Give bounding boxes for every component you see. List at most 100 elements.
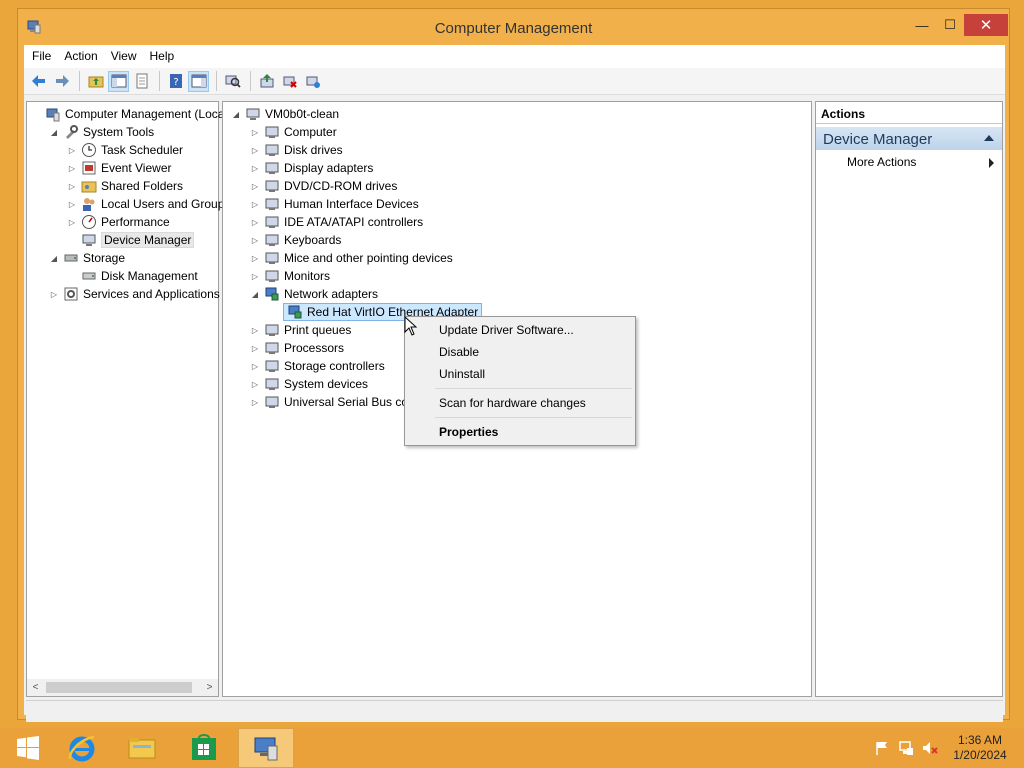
enable-device-button[interactable] bbox=[302, 71, 323, 92]
expand-arrow-icon[interactable]: ▷ bbox=[250, 271, 260, 281]
device-category-item[interactable]: ▷ Computer bbox=[250, 123, 337, 141]
device-category-item[interactable]: ▷ Disk drives bbox=[250, 141, 343, 159]
device-label-wrap[interactable]: DVD/CD-ROM drives bbox=[264, 178, 397, 194]
more-actions-item[interactable]: More Actions bbox=[847, 155, 916, 169]
minimize-button[interactable]: — bbox=[908, 14, 936, 36]
volume-muted-icon[interactable] bbox=[922, 740, 938, 756]
device-tree-root[interactable]: ◢ VM0b0t-clean bbox=[231, 105, 339, 123]
expand-arrow-icon[interactable]: ▷ bbox=[67, 217, 77, 227]
device-category-item[interactable]: ▷ Keyboards bbox=[250, 231, 341, 249]
start-button[interactable] bbox=[0, 728, 56, 768]
computer-management-taskbar-button[interactable] bbox=[238, 728, 294, 768]
expand-arrow-icon[interactable]: ▷ bbox=[250, 145, 260, 155]
expand-arrow-icon[interactable]: ▷ bbox=[250, 163, 260, 173]
device-label-wrap[interactable]: Print queues bbox=[264, 322, 351, 338]
expand-arrow-icon[interactable]: ▷ bbox=[250, 235, 260, 245]
expand-arrow-icon[interactable]: ▷ bbox=[250, 253, 260, 263]
device-category-item[interactable]: ▷ Human Interface Devices bbox=[250, 195, 419, 213]
expand-arrow-icon[interactable]: ▷ bbox=[250, 199, 260, 209]
back-button[interactable] bbox=[28, 71, 49, 92]
scroll-thumb[interactable] bbox=[46, 682, 192, 693]
menu-help[interactable]: Help bbox=[150, 49, 184, 63]
device-category-item[interactable]: ▷ Universal Serial Bus cor bbox=[250, 393, 412, 411]
console-tree-item[interactable]: ▷ Services and Applications bbox=[49, 285, 220, 303]
console-tree-item[interactable]: Device Manager bbox=[67, 231, 195, 249]
update-driver-menu-item[interactable]: Update Driver Software... bbox=[439, 323, 574, 337]
properties-toolbar-button[interactable] bbox=[131, 71, 152, 92]
help-button[interactable]: ? bbox=[165, 71, 186, 92]
expand-arrow-icon[interactable]: ▷ bbox=[250, 217, 260, 227]
device-category-item[interactable]: ◢ Network adapters bbox=[250, 285, 378, 303]
actions-section-device-manager[interactable]: Device Manager bbox=[816, 127, 1002, 150]
properties-menu-item[interactable]: Properties bbox=[439, 425, 498, 439]
menu-file[interactable]: File bbox=[32, 49, 60, 63]
menu-view[interactable]: View bbox=[111, 49, 146, 63]
collapse-arrow-icon[interactable]: ◢ bbox=[231, 109, 241, 119]
collapse-caret-icon[interactable] bbox=[984, 135, 994, 141]
expand-arrow-icon[interactable]: ▷ bbox=[250, 127, 260, 137]
disable-device-button[interactable] bbox=[279, 71, 300, 92]
device-category-item[interactable]: ▷ DVD/CD-ROM drives bbox=[250, 177, 397, 195]
device-label-wrap[interactable]: Keyboards bbox=[264, 232, 341, 248]
expand-arrow-icon[interactable]: ▷ bbox=[250, 325, 260, 335]
maximize-button[interactable]: ☐ bbox=[936, 14, 964, 36]
forward-button[interactable] bbox=[51, 71, 72, 92]
scroll-left-arrow-icon[interactable]: < bbox=[27, 682, 44, 693]
action-center-flag-icon[interactable] bbox=[874, 740, 890, 756]
up-one-level-button[interactable] bbox=[85, 71, 106, 92]
console-tree-item[interactable]: ◢ Storage bbox=[49, 249, 125, 267]
internet-explorer-taskbar-button[interactable] bbox=[54, 728, 110, 768]
menu-action[interactable]: Action bbox=[64, 49, 106, 63]
device-label-wrap[interactable]: Processors bbox=[264, 340, 344, 356]
device-label-wrap[interactable]: Human Interface Devices bbox=[264, 196, 419, 212]
device-label-wrap[interactable]: Disk drives bbox=[264, 142, 343, 158]
expand-arrow-icon[interactable]: ▷ bbox=[67, 181, 77, 191]
scan-hardware-button[interactable] bbox=[222, 71, 243, 92]
expand-arrow-icon[interactable]: ◢ bbox=[49, 127, 59, 137]
expand-arrow-icon[interactable]: ▷ bbox=[67, 145, 77, 155]
expand-arrow-icon[interactable]: ▷ bbox=[250, 397, 260, 407]
console-tree-item[interactable]: ▷ Shared Folders bbox=[67, 177, 183, 195]
console-tree-item[interactable]: ▷ Event Viewer bbox=[67, 159, 172, 177]
title-bar[interactable]: Computer Management — ☐ ✕ bbox=[18, 9, 1009, 45]
expand-arrow-icon[interactable]: ▷ bbox=[250, 181, 260, 191]
expand-arrow-icon[interactable]: ▷ bbox=[49, 289, 59, 299]
device-category-item[interactable]: ▷ Storage controllers bbox=[250, 357, 385, 375]
device-label-wrap[interactable]: Universal Serial Bus cor bbox=[264, 394, 412, 410]
device-label-wrap[interactable]: Network adapters bbox=[264, 286, 378, 302]
device-category-item[interactable]: ▷ IDE ATA/ATAPI controllers bbox=[250, 213, 423, 231]
network-icon[interactable] bbox=[898, 740, 914, 756]
show-hide-console-tree-button[interactable] bbox=[108, 70, 129, 92]
console-tree-item[interactable]: ◢ System Tools bbox=[49, 123, 154, 141]
expand-arrow-icon[interactable]: ▷ bbox=[250, 361, 260, 371]
disable-menu-item[interactable]: Disable bbox=[439, 345, 479, 359]
device-label-wrap[interactable]: System devices bbox=[264, 376, 368, 392]
device-category-item[interactable]: ▷ Monitors bbox=[250, 267, 330, 285]
console-tree-item[interactable]: Disk Management bbox=[67, 267, 198, 285]
store-taskbar-button[interactable] bbox=[176, 728, 232, 768]
device-category-item[interactable]: ▷ Display adapters bbox=[250, 159, 373, 177]
expand-arrow-icon[interactable]: ▷ bbox=[67, 163, 77, 173]
expand-arrow-icon[interactable]: ▷ bbox=[67, 199, 77, 209]
taskbar-clock[interactable]: 1:36 AM 1/20/2024 bbox=[950, 733, 1010, 763]
device-label-wrap[interactable]: Storage controllers bbox=[264, 358, 385, 374]
show-hide-action-pane-button[interactable] bbox=[188, 70, 209, 92]
submenu-arrow-icon[interactable] bbox=[989, 158, 994, 168]
expand-arrow-icon[interactable]: ▷ bbox=[250, 379, 260, 389]
device-category-item[interactable]: ▷ Print queues bbox=[250, 321, 351, 339]
device-label-wrap[interactable]: IDE ATA/ATAPI controllers bbox=[264, 214, 423, 230]
horizontal-scrollbar[interactable]: < > bbox=[27, 679, 218, 696]
close-button[interactable]: ✕ bbox=[964, 14, 1008, 36]
console-tree-item[interactable]: ▷ Task Scheduler bbox=[67, 141, 183, 159]
file-explorer-taskbar-button[interactable] bbox=[114, 728, 170, 768]
console-tree-item[interactable]: Computer Management (Local bbox=[31, 105, 227, 123]
device-label-wrap[interactable]: Monitors bbox=[264, 268, 330, 284]
expand-arrow-icon[interactable]: ▷ bbox=[250, 343, 260, 353]
scan-hardware-menu-item[interactable]: Scan for hardware changes bbox=[439, 396, 586, 410]
device-category-item[interactable]: ▷ Processors bbox=[250, 339, 344, 357]
device-category-item[interactable]: ▷ System devices bbox=[250, 375, 368, 393]
device-label-wrap[interactable]: Computer bbox=[264, 124, 337, 140]
update-driver-button[interactable] bbox=[256, 71, 277, 92]
expand-arrow-icon[interactable]: ◢ bbox=[250, 289, 260, 299]
device-label-wrap[interactable]: Display adapters bbox=[264, 160, 373, 176]
